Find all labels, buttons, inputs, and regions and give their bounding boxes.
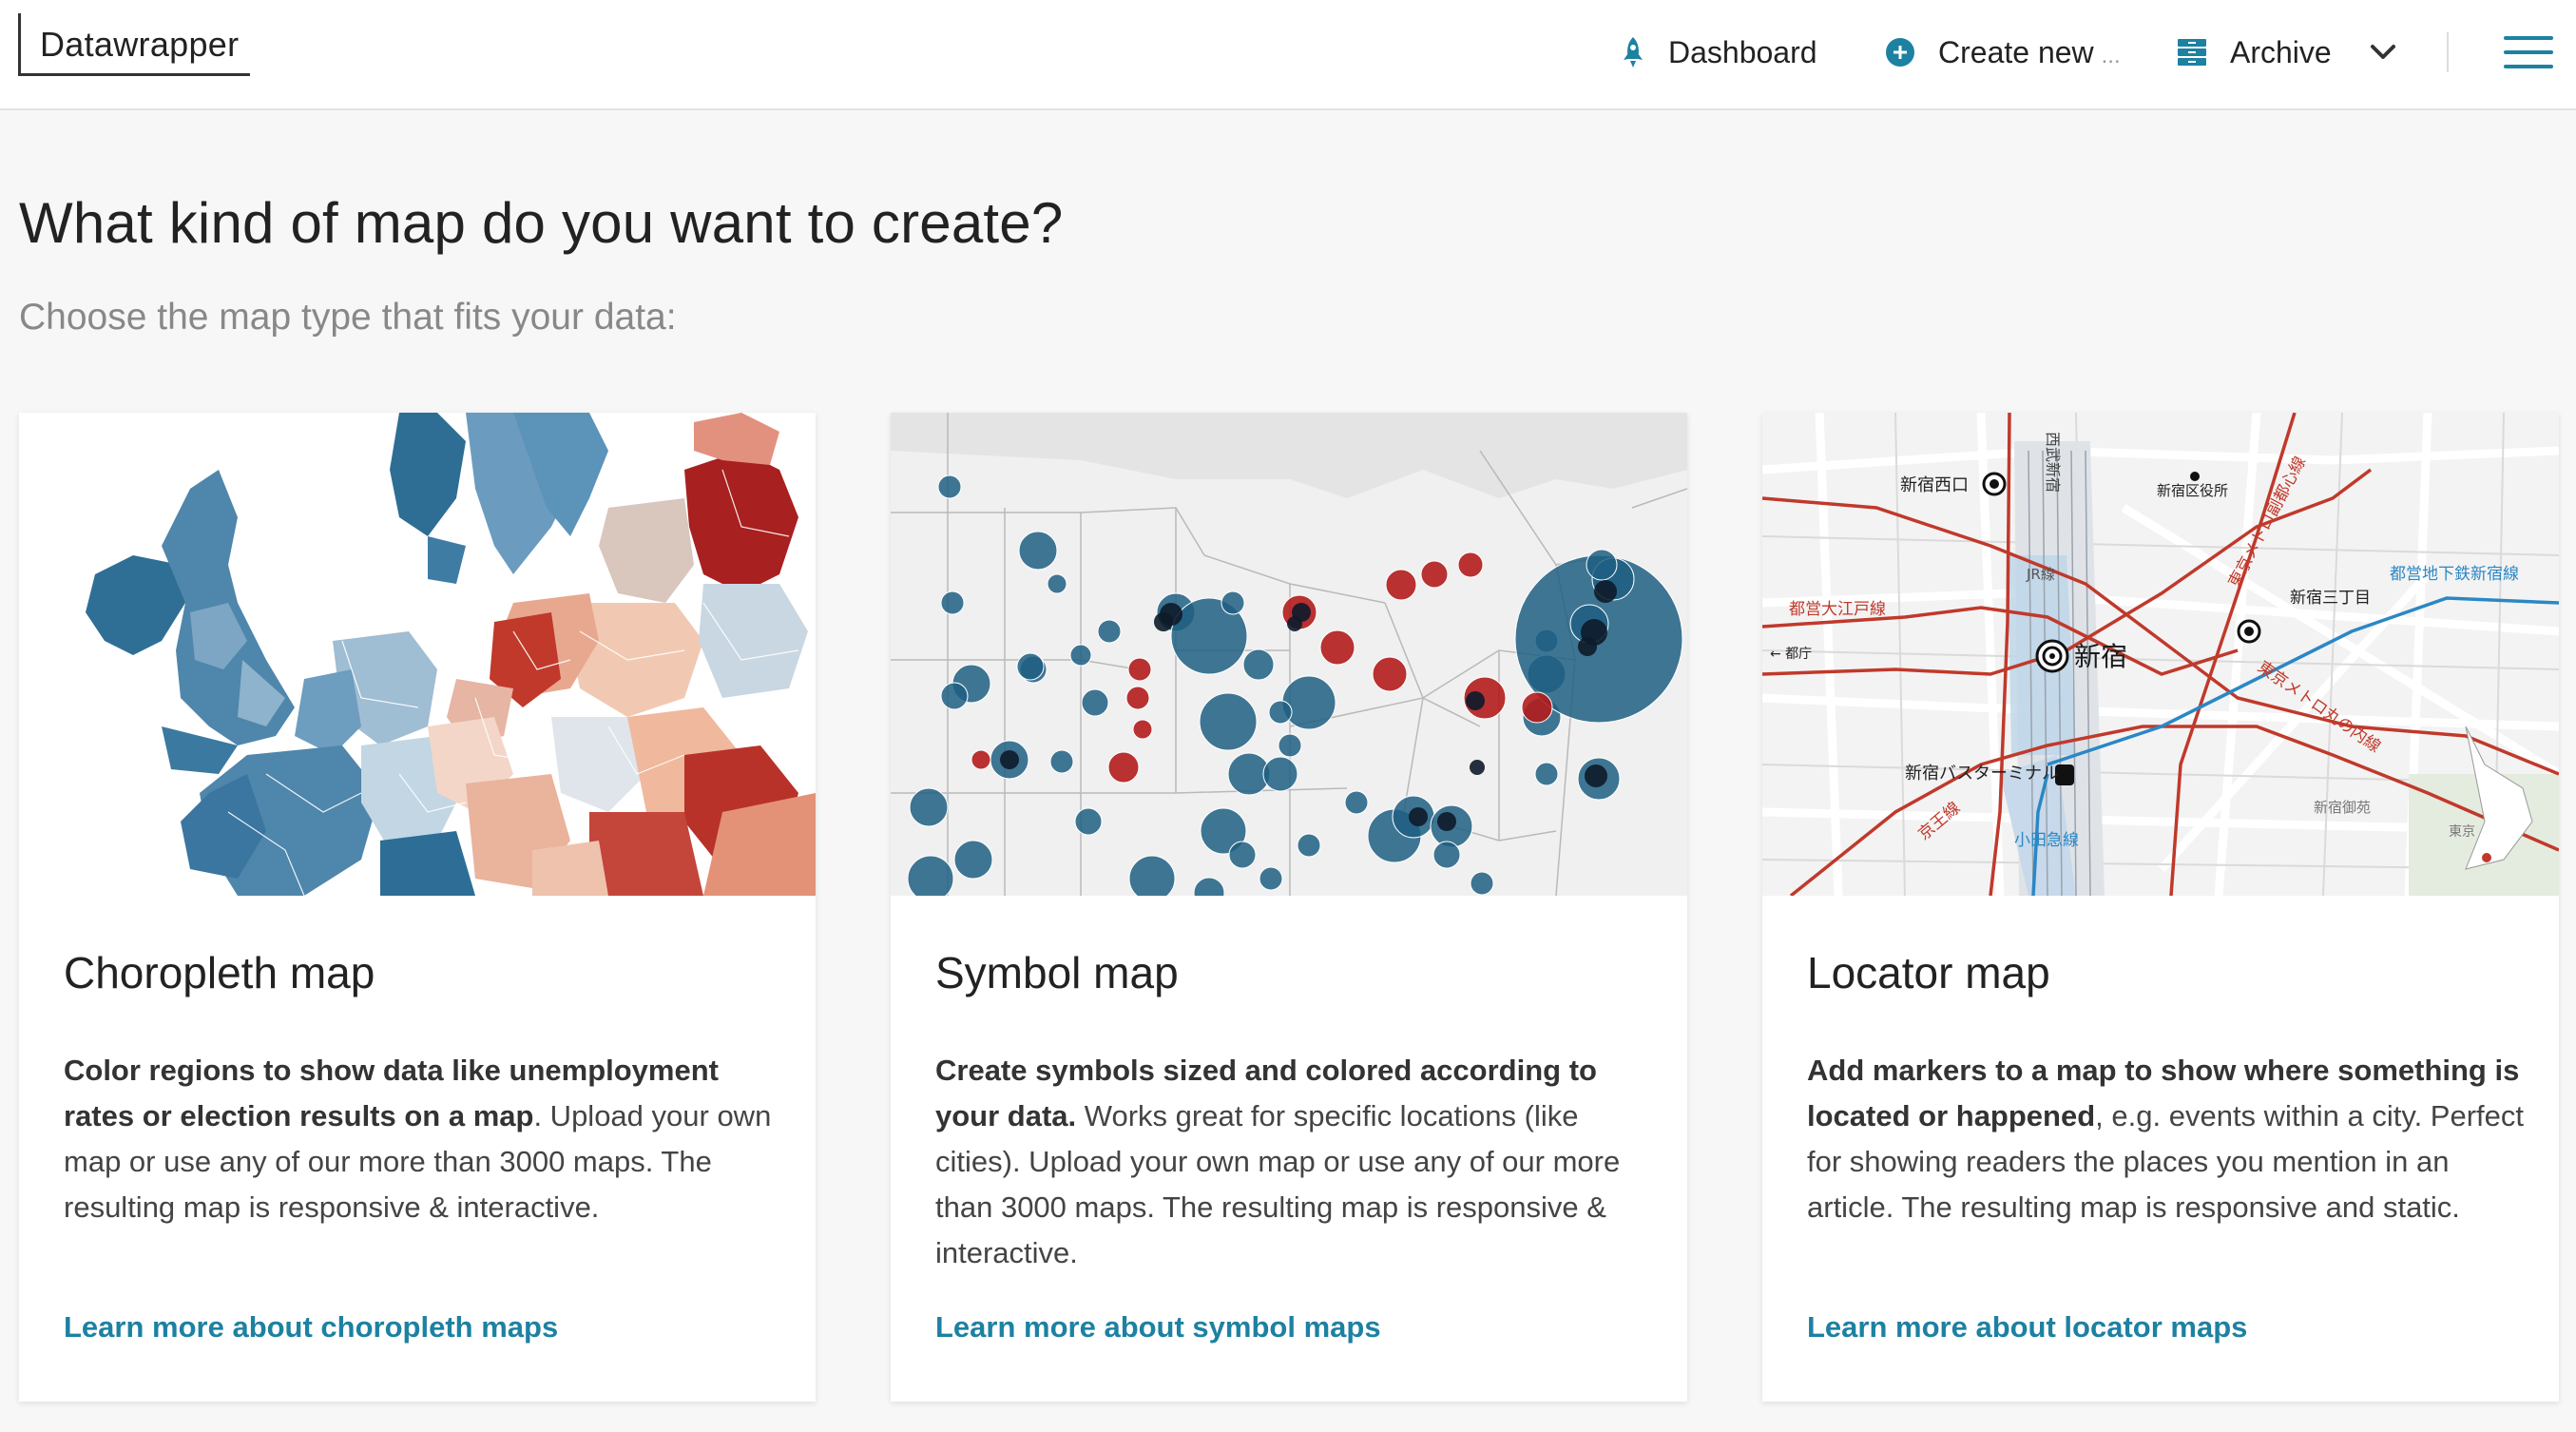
locator-map-preview-image: 新宿西口 新宿区役所 JR線 新宿三丁目 ← 都庁 新宿 新宿バスターミナル 新… — [1762, 413, 2559, 896]
page-title: What kind of map do you want to create? — [19, 191, 1064, 255]
svg-text:新宿西口: 新宿西口 — [1900, 475, 1969, 495]
nav-archive-label: Archive — [2230, 34, 2332, 69]
nav-create-new[interactable]: Create new ... — [1885, 21, 2121, 84]
chevron-down-icon[interactable] — [2370, 44, 2396, 61]
datawrapper-logo[interactable]: Datawrapper — [18, 13, 251, 76]
svg-text:JR線: JR線 — [2026, 566, 2055, 583]
nav-divider — [2447, 32, 2449, 72]
nav-dashboard-label: Dashboard — [1668, 34, 1817, 69]
svg-text:新宿三丁目: 新宿三丁目 — [2290, 589, 2371, 608]
symbol-map-preview-image — [891, 413, 1687, 896]
archive-icon — [2177, 37, 2207, 68]
nav-create-new-ellipsis: ... — [2101, 43, 2121, 68]
hamburger-menu-icon[interactable] — [2504, 36, 2553, 68]
nav-dashboard[interactable]: Dashboard — [1621, 21, 1817, 84]
svg-text:新宿バスターミナル: 新宿バスターミナル — [1905, 764, 2059, 784]
learn-more-locator-link[interactable]: Learn more about locator maps — [1807, 1310, 2247, 1345]
svg-text:都営大江戸線: 都営大江戸線 — [1789, 600, 1886, 619]
svg-text:都営地下鉄新宿線: 都営地下鉄新宿線 — [2390, 565, 2519, 584]
card-choropleth-description: Color regions to show data like unemploy… — [64, 1054, 772, 1224]
choropleth-map-preview-image — [19, 413, 816, 896]
learn-more-choropleth-link[interactable]: Learn more about choropleth maps — [64, 1310, 558, 1345]
card-symbol-title: Symbol map — [935, 948, 1179, 997]
nav-archive[interactable]: Archive — [2177, 21, 2396, 84]
rocket-icon — [1621, 36, 1645, 68]
svg-text:西武新宿: 西武新宿 — [2044, 432, 2062, 493]
svg-text:← 都庁: ← 都庁 — [1770, 647, 1812, 662]
card-symbol-map[interactable]: Symbol map Create symbols sized and colo… — [891, 413, 1687, 1402]
card-locator-map[interactable]: 新宿西口 新宿区役所 JR線 新宿三丁目 ← 都庁 新宿 新宿バスターミナル 新… — [1762, 413, 2559, 1402]
svg-text:東京: 東京 — [2449, 824, 2475, 840]
page-subtitle: Choose the map type that fits your data: — [19, 297, 677, 338]
card-choropleth-map[interactable]: Choropleth map Color regions to show dat… — [19, 413, 816, 1402]
svg-text:新宿御苑: 新宿御苑 — [2314, 799, 2371, 816]
svg-text:新宿区役所: 新宿区役所 — [2157, 482, 2228, 499]
card-choropleth-title: Choropleth map — [64, 948, 375, 997]
plus-circle-icon — [1885, 37, 1915, 68]
learn-more-symbol-link[interactable]: Learn more about symbol maps — [935, 1310, 1381, 1345]
top-navigation-bar: Datawrapper Dashboard Create new ... Arc… — [0, 0, 2576, 110]
card-locator-description: Add markers to a map to show where somet… — [1807, 1054, 2525, 1224]
svg-text:小田急線: 小田急線 — [2014, 831, 2079, 850]
svg-text:新宿: 新宿 — [2074, 641, 2127, 672]
card-symbol-description: Create symbols sized and colored accordi… — [935, 1054, 1621, 1269]
nav-create-new-label: Create new — [1938, 34, 2094, 69]
card-locator-title: Locator map — [1807, 948, 2050, 997]
